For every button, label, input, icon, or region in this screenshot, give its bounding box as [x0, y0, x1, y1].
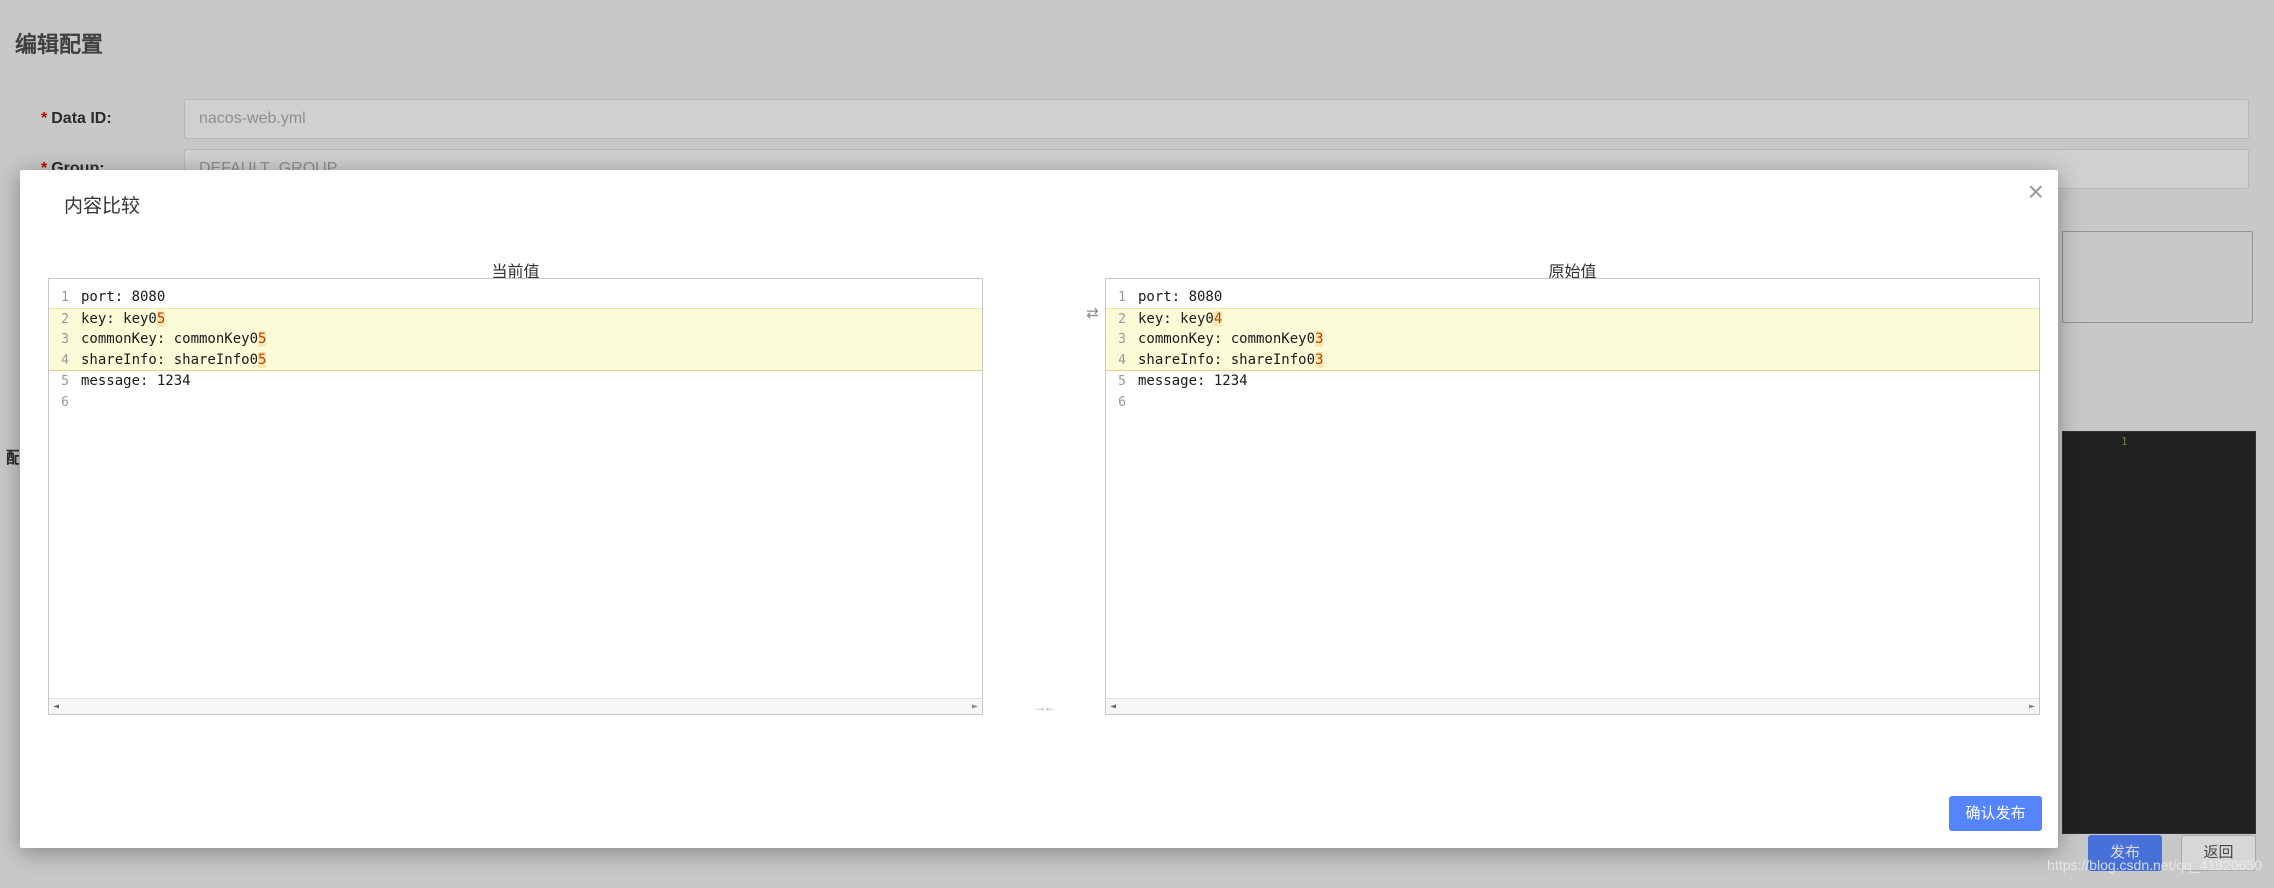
- line-number: 5: [1106, 371, 1132, 392]
- code-line: 6: [49, 392, 982, 413]
- line-text: message: 1234: [75, 371, 191, 392]
- copy-chunk-icon[interactable]: ⇄: [1086, 304, 1099, 322]
- code-line: 4 shareInfo: shareInfo05: [49, 350, 982, 371]
- line-text: [75, 392, 81, 413]
- line-text: key: key05: [75, 309, 165, 329]
- line-text: shareInfo: shareInfo05: [75, 350, 266, 370]
- changed-text: 5: [157, 311, 165, 327]
- line-text: port: 8080: [75, 287, 165, 308]
- line-text: [1132, 392, 1138, 413]
- code-line: 6: [1106, 392, 2039, 413]
- scroll-lock-icon[interactable]: →←: [1034, 700, 1054, 714]
- dialog-title: 内容比较: [64, 191, 140, 218]
- code-line: 5 message: 1234: [1106, 371, 2039, 392]
- line-text: message: 1234: [1132, 371, 1248, 392]
- horizontal-scrollbar[interactable]: ◄ ►: [49, 698, 982, 714]
- code-line: 2 key: key04: [1106, 308, 2039, 329]
- changed-text: 5: [258, 352, 266, 368]
- changed-text: 4: [1214, 311, 1222, 327]
- code-line: 1 port: 8080: [49, 287, 982, 308]
- changed-text: 5: [258, 331, 266, 347]
- horizontal-scrollbar[interactable]: ◄ ►: [1106, 698, 2039, 714]
- confirm-publish-button[interactable]: 确认发布: [1949, 796, 2042, 831]
- merge-gap: ⇄ →←: [983, 278, 1105, 715]
- code-line: 2 key: key05: [49, 308, 982, 329]
- code-line: 5 message: 1234: [49, 371, 982, 392]
- code-area: 1 port: 8080 2 key: key05 3 commonKey: c…: [49, 279, 982, 698]
- scroll-right-icon[interactable]: ►: [972, 701, 978, 712]
- code-line: 3 commonKey: commonKey03: [1106, 329, 2039, 350]
- scroll-right-icon[interactable]: ►: [2029, 701, 2035, 712]
- line-text: shareInfo: shareInfo03: [1132, 350, 1323, 370]
- line-number: 4: [1106, 350, 1132, 370]
- line-number: 3: [1106, 329, 1132, 350]
- code-area: 1 port: 8080 2 key: key04 3 commonKey: c…: [1106, 279, 2039, 698]
- line-number: 6: [1106, 392, 1132, 413]
- diff-editor-current[interactable]: 1 port: 8080 2 key: key05 3 commonKey: c…: [48, 278, 983, 715]
- code-line: 3 commonKey: commonKey05: [49, 329, 982, 350]
- line-text: commonKey: commonKey03: [1132, 329, 1323, 350]
- line-text: commonKey: commonKey05: [75, 329, 266, 350]
- line-number: 2: [49, 309, 75, 329]
- code-line: 4 shareInfo: shareInfo03: [1106, 350, 2039, 371]
- line-number: 2: [1106, 309, 1132, 329]
- line-number: 5: [49, 371, 75, 392]
- line-number: 6: [49, 392, 75, 413]
- watermark: https://blog.csdn.net/qq_41920650: [2047, 857, 2262, 873]
- content-comparison-dialog: 内容比较 × 当前值 原始值 1 port: 8080 2 key: key05…: [20, 170, 2058, 848]
- changed-text: 3: [1315, 352, 1323, 368]
- screen: 编辑配置 *Data ID: nacos-web.yml *Group: DEF…: [0, 0, 2274, 888]
- changed-text: 3: [1315, 331, 1323, 347]
- code-line: 1 port: 8080: [1106, 287, 2039, 308]
- scroll-left-icon[interactable]: ◄: [1110, 701, 1116, 712]
- line-number: 4: [49, 350, 75, 370]
- line-number: 3: [49, 329, 75, 350]
- close-icon[interactable]: ×: [2028, 178, 2044, 206]
- line-number: 1: [49, 287, 75, 308]
- line-text: key: key04: [1132, 309, 1222, 329]
- diff-editor-original[interactable]: 1 port: 8080 2 key: key04 3 commonKey: c…: [1105, 278, 2040, 715]
- line-text: port: 8080: [1132, 287, 1222, 308]
- scroll-left-icon[interactable]: ◄: [53, 701, 59, 712]
- line-number: 1: [1106, 287, 1132, 308]
